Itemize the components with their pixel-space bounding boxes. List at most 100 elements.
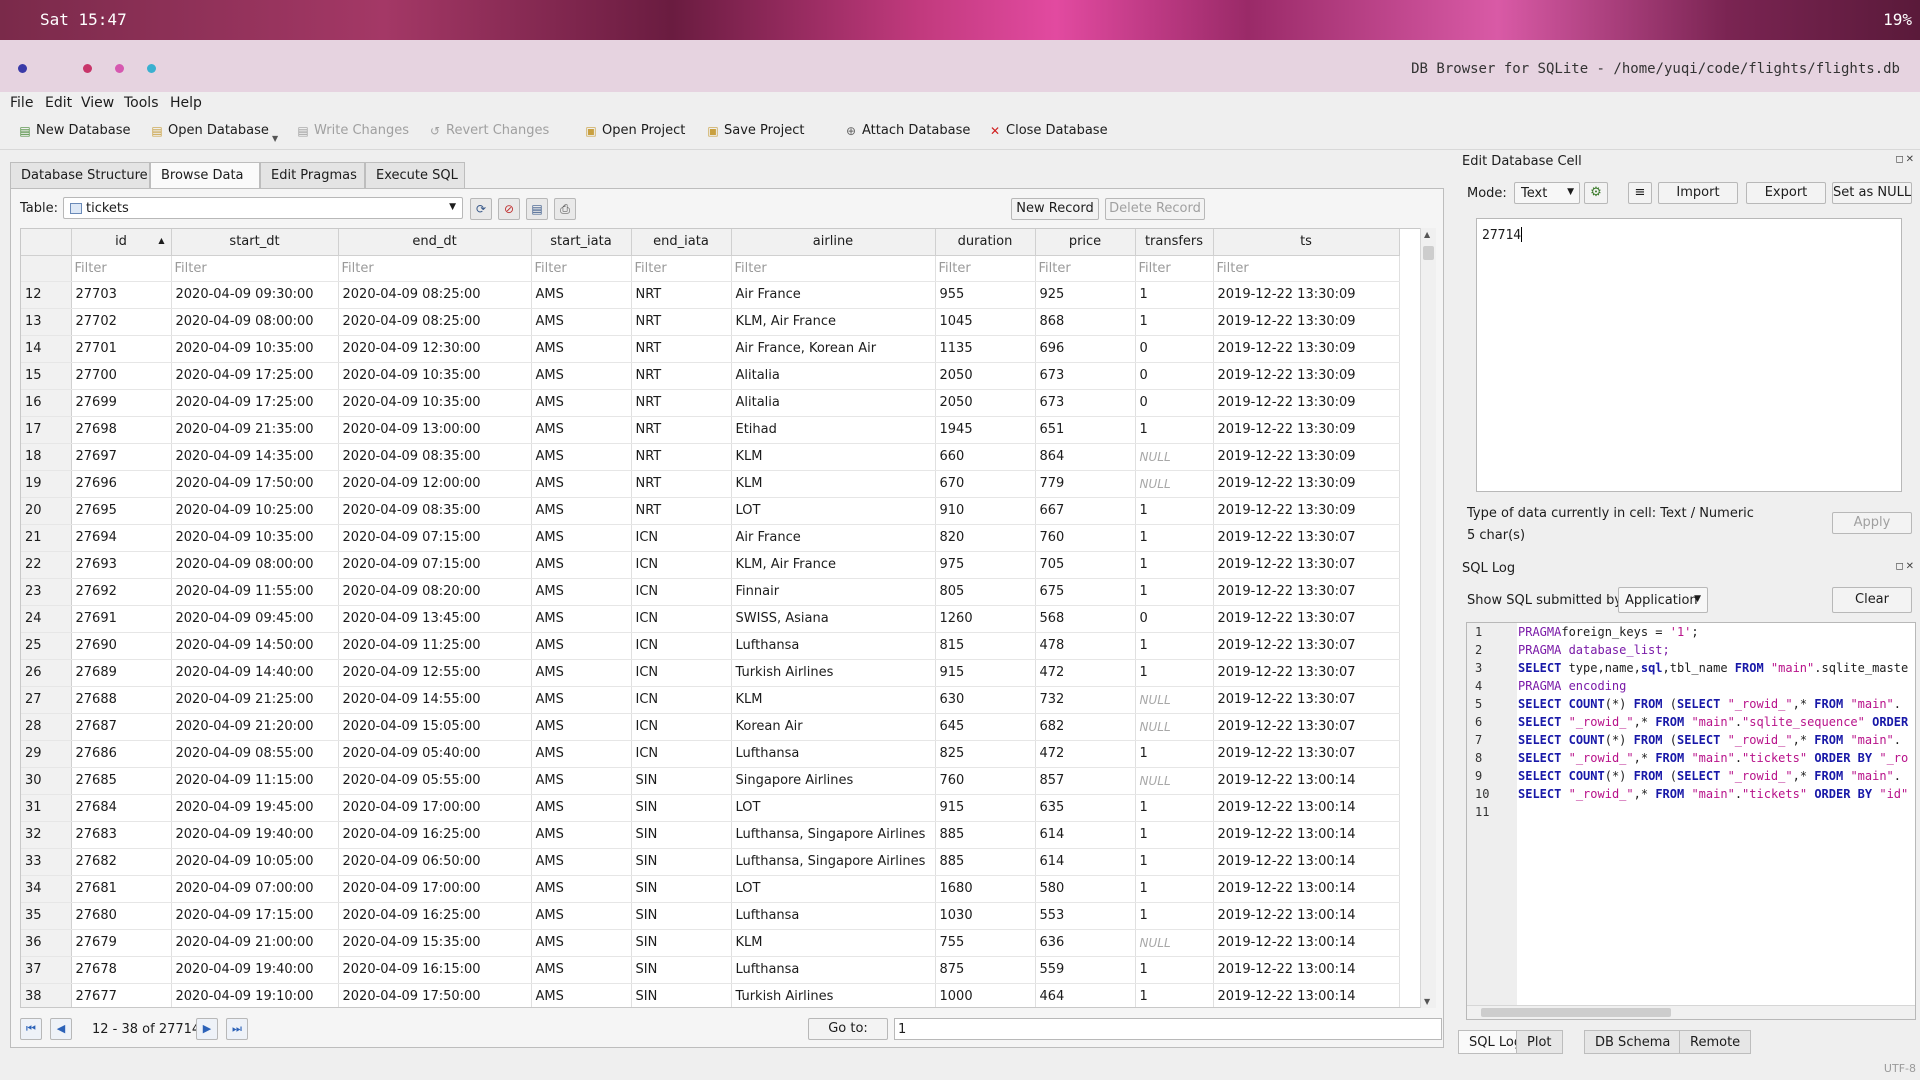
table-cell[interactable]: AMS <box>531 281 632 309</box>
table-cell[interactable]: 1 <box>1135 875 1214 903</box>
table-cell[interactable]: SIN <box>631 983 732 1007</box>
table-cell[interactable]: ICN <box>631 686 732 714</box>
table-cell[interactable]: AMS <box>531 389 632 417</box>
table-row[interactable]: 23 27692 2020-04-09 11:55:00 2020-04-09 08:… <box>21 578 1400 606</box>
row-number[interactable]: 29 <box>21 740 72 768</box>
sql-log-editor[interactable]: 1 PRAGMAforeign_keys = '1'; 2 PRAGMA databa… <box>1466 622 1916 1020</box>
filter-input-duration[interactable]: Filter <box>935 255 1036 282</box>
tab-remote[interactable]: Remote <box>1679 1030 1752 1054</box>
table-cell[interactable]: 614 <box>1035 848 1136 876</box>
table-cell[interactable]: Turkish Airlines <box>731 659 936 687</box>
table-cell[interactable]: LOT <box>731 875 936 903</box>
table-cell[interactable]: 2019-12-22 13:30:07 <box>1213 605 1400 633</box>
table-cell[interactable]: NRT <box>631 470 732 498</box>
table-cell[interactable]: 0 <box>1135 605 1214 633</box>
table-cell[interactable]: 2020-04-09 14:50:00 <box>171 632 339 660</box>
table-cell[interactable]: AMS <box>531 308 632 336</box>
table-cell[interactable]: 27701 <box>71 335 172 363</box>
table-cell[interactable]: AMS <box>531 794 632 822</box>
table-cell[interactable]: 2020-04-09 15:05:00 <box>338 713 532 741</box>
table-cell[interactable]: 673 <box>1035 362 1136 390</box>
table-cell[interactable]: 2020-04-09 12:30:00 <box>338 335 532 363</box>
table-cell[interactable]: 0 <box>1135 335 1214 363</box>
table-cell[interactable]: 2050 <box>935 362 1036 390</box>
column-header-price[interactable]: price <box>1035 229 1136 256</box>
table-cell[interactable]: 1 <box>1135 578 1214 606</box>
table-cell[interactable]: ICN <box>631 524 732 552</box>
table-cell[interactable]: 2019-12-22 13:30:07 <box>1213 740 1400 768</box>
table-cell[interactable]: NRT <box>631 308 732 336</box>
table-cell[interactable]: AMS <box>531 497 632 525</box>
table-cell[interactable]: 2020-04-09 10:05:00 <box>171 848 339 876</box>
table-cell[interactable]: ICN <box>631 551 732 579</box>
clear-log-button[interactable]: Clear <box>1832 587 1912 613</box>
table-cell[interactable]: 2020-04-09 09:30:00 <box>171 281 339 309</box>
table-cell[interactable]: KLM <box>731 443 936 471</box>
table-cell[interactable]: 2020-04-09 06:50:00 <box>338 848 532 876</box>
table-cell[interactable]: 1 <box>1135 524 1214 552</box>
table-cell[interactable]: 2019-12-22 13:30:07 <box>1213 686 1400 714</box>
table-cell[interactable]: 27687 <box>71 713 172 741</box>
table-cell[interactable]: 885 <box>935 848 1036 876</box>
menu-help[interactable]: Help <box>170 95 202 111</box>
table-cell[interactable]: SIN <box>631 929 732 957</box>
word-wrap-button[interactable]: ≡ <box>1628 182 1652 204</box>
table-cell[interactable]: 27684 <box>71 794 172 822</box>
table-cell[interactable]: 2020-04-09 11:25:00 <box>338 632 532 660</box>
auto-format-button[interactable]: ⚙ <box>1584 182 1608 204</box>
table-cell[interactable]: 553 <box>1035 902 1136 930</box>
table-cell[interactable]: AMS <box>531 821 632 849</box>
filter-input-price[interactable]: Filter <box>1035 255 1136 282</box>
table-cell[interactable]: 2020-04-09 17:15:00 <box>171 902 339 930</box>
table-cell[interactable]: SIN <box>631 875 732 903</box>
first-page-button[interactable]: ⏮ <box>20 1018 42 1040</box>
table-cell[interactable]: 2019-12-22 13:30:09 <box>1213 362 1400 390</box>
table-cell[interactable]: 910 <box>935 497 1036 525</box>
row-number[interactable]: 34 <box>21 875 72 903</box>
table-row[interactable]: 37 27678 2020-04-09 19:40:00 2020-04-09 16:… <box>21 956 1400 984</box>
open-database-button[interactable]: ▤ Open Database <box>150 123 269 138</box>
table-cell[interactable]: 2019-12-22 13:00:14 <box>1213 929 1400 957</box>
table-cell[interactable]: 614 <box>1035 821 1136 849</box>
table-cell[interactable]: 2020-04-09 21:20:00 <box>171 713 339 741</box>
scroll-up-arrow-icon[interactable]: ▲ <box>1424 230 1430 239</box>
table-cell[interactable]: 27694 <box>71 524 172 552</box>
table-cell[interactable]: SIN <box>631 767 732 795</box>
table-cell[interactable]: AMS <box>531 362 632 390</box>
table-cell[interactable]: 825 <box>935 740 1036 768</box>
column-header-ts[interactable]: ts <box>1213 229 1400 256</box>
table-cell[interactable]: SIN <box>631 821 732 849</box>
maximize-window-button[interactable] <box>147 64 156 73</box>
table-cell[interactable]: 27698 <box>71 416 172 444</box>
table-cell[interactable]: 645 <box>935 713 1036 741</box>
table-cell[interactable]: NRT <box>631 335 732 363</box>
table-cell[interactable]: 568 <box>1035 605 1136 633</box>
table-cell[interactable]: 559 <box>1035 956 1136 984</box>
tab-db-schema[interactable]: DB Schema <box>1584 1030 1682 1054</box>
table-cell[interactable]: NRT <box>631 497 732 525</box>
table-cell[interactable]: 2020-04-09 05:40:00 <box>338 740 532 768</box>
table-row[interactable]: 15 27700 2020-04-09 17:25:00 2020-04-09 10:… <box>21 362 1400 390</box>
table-cell[interactable]: KLM <box>731 686 936 714</box>
table-cell[interactable]: 2020-04-09 08:35:00 <box>338 497 532 525</box>
table-row[interactable]: 18 27697 2020-04-09 14:35:00 2020-04-09 08:… <box>21 443 1400 471</box>
table-row[interactable]: 29 27686 2020-04-09 08:55:00 2020-04-09 05:… <box>21 740 1400 768</box>
row-number[interactable]: 27 <box>21 686 72 714</box>
table-cell[interactable]: Air France, Korean Air <box>731 335 936 363</box>
table-cell[interactable]: 779 <box>1035 470 1136 498</box>
table-cell[interactable]: 1 <box>1135 848 1214 876</box>
table-cell[interactable]: AMS <box>531 767 632 795</box>
table-cell[interactable]: 760 <box>935 767 1036 795</box>
tab-browse-data[interactable]: Browse Data <box>150 162 260 189</box>
table-cell[interactable]: 682 <box>1035 713 1136 741</box>
table-cell[interactable]: NRT <box>631 362 732 390</box>
table-cell[interactable]: 2020-04-09 08:20:00 <box>338 578 532 606</box>
row-number[interactable]: 32 <box>21 821 72 849</box>
table-cell[interactable]: 27691 <box>71 605 172 633</box>
table-cell[interactable]: 2019-12-22 13:30:07 <box>1213 551 1400 579</box>
table-row[interactable]: 19 27696 2020-04-09 17:50:00 2020-04-09 12:… <box>21 470 1400 498</box>
table-cell[interactable]: 864 <box>1035 443 1136 471</box>
table-cell[interactable]: 1 <box>1135 983 1214 1007</box>
table-cell[interactable]: NULL <box>1135 470 1214 498</box>
horizontal-scrollbar[interactable] <box>1467 1005 1915 1019</box>
